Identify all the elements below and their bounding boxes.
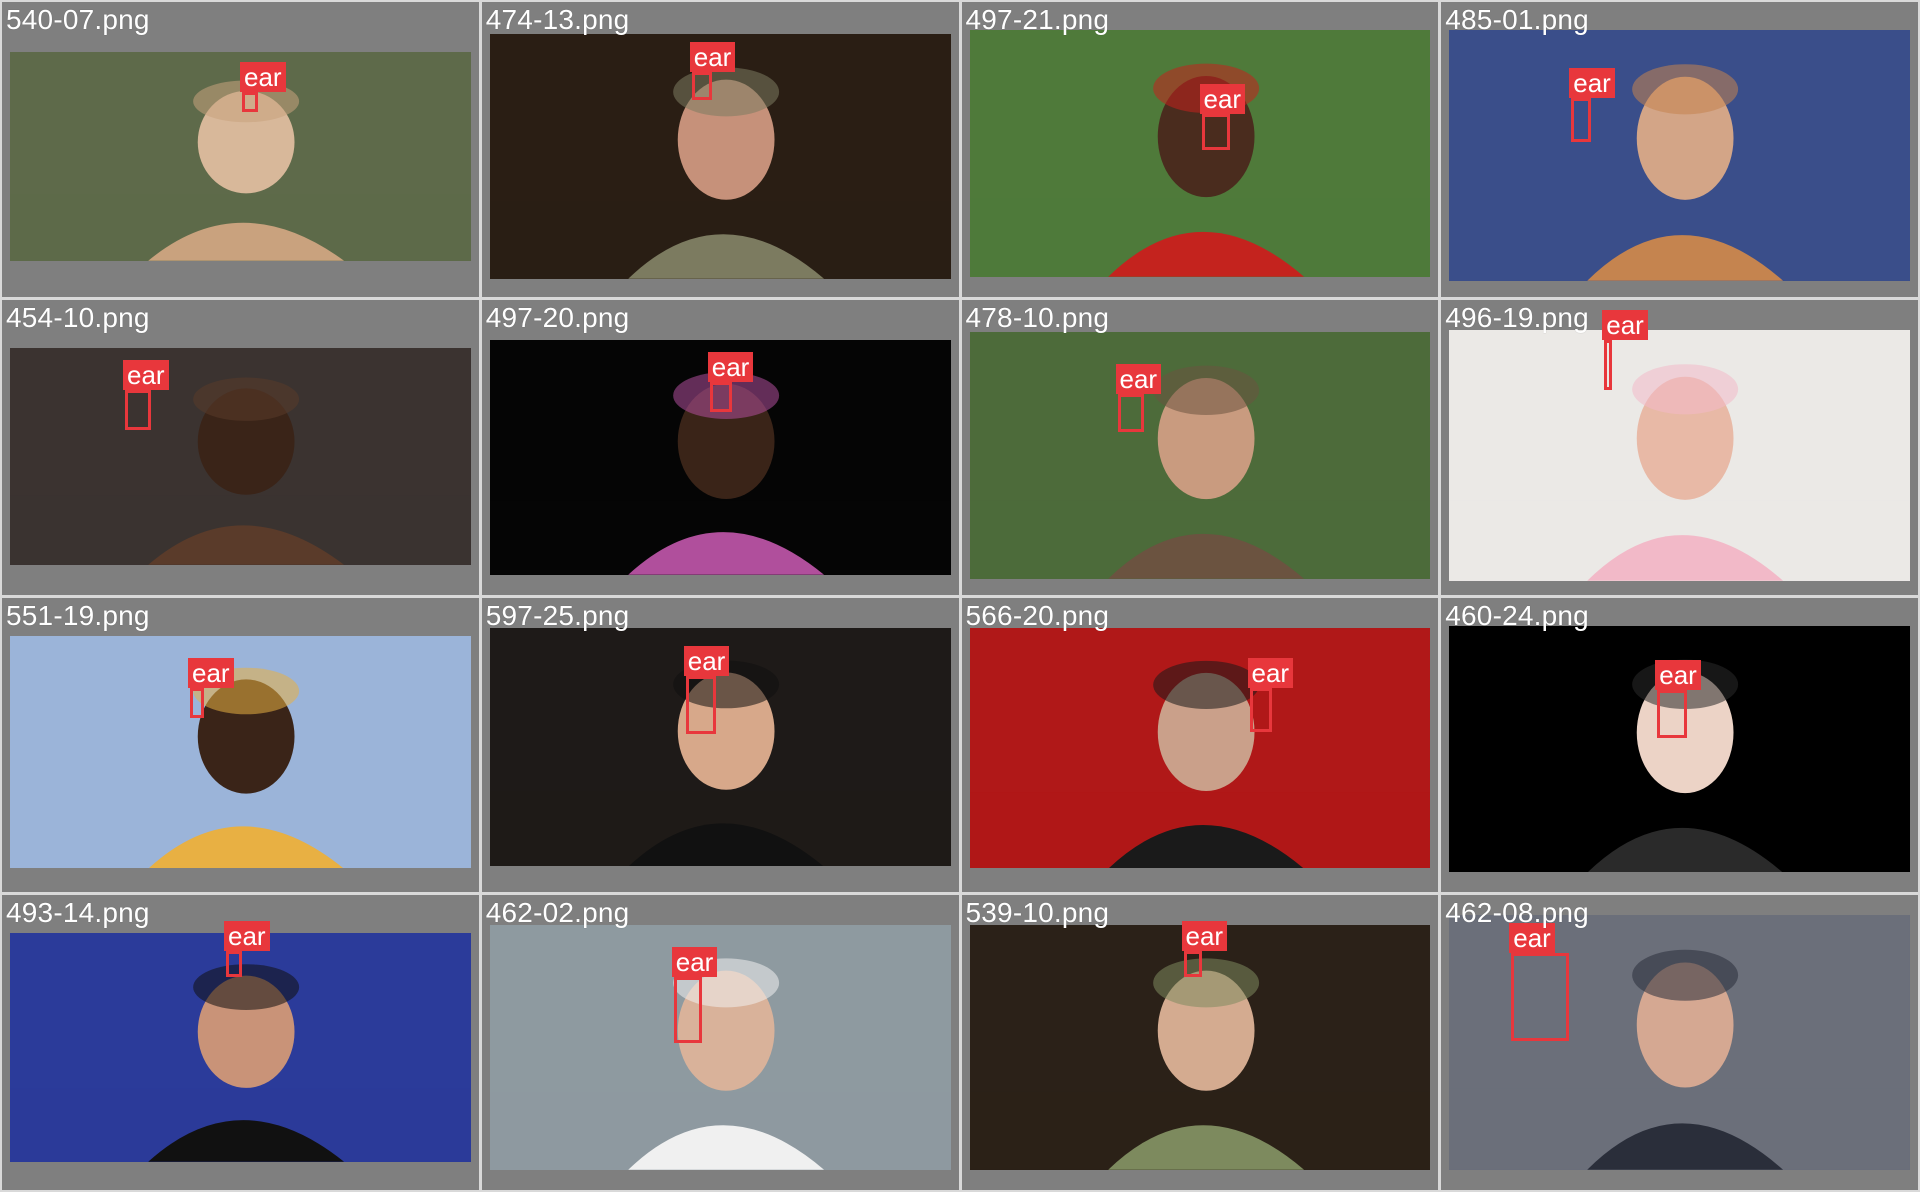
detection-label: ear bbox=[683, 645, 730, 676]
ear-detection-box: ear bbox=[1569, 68, 1615, 142]
grid-cell[interactable]: 497-21.png ear bbox=[961, 2, 1439, 297]
filename-label: 462-08.png bbox=[1445, 897, 1589, 929]
detection-label: ear bbox=[707, 351, 754, 382]
grid-cell[interactable]: 462-02.png ear bbox=[481, 895, 959, 1190]
thumbnail-image[interactable] bbox=[10, 635, 471, 869]
ear-detection-box: ear bbox=[1181, 921, 1228, 978]
ear-detection-box: ear bbox=[1247, 657, 1294, 732]
detection-label: ear bbox=[689, 42, 736, 72]
portrait-placeholder bbox=[1449, 30, 1910, 281]
grid-cell[interactable]: 485-01.png ear bbox=[1441, 2, 1918, 297]
bounding-box-outline bbox=[1183, 951, 1202, 978]
thumbnail-image[interactable] bbox=[969, 627, 1431, 869]
bounding-box-outline bbox=[709, 381, 732, 412]
bounding-box-outline bbox=[125, 389, 151, 430]
ear-detection-box: ear bbox=[689, 42, 736, 100]
bounding-box-outline bbox=[1571, 98, 1592, 142]
bounding-box-outline bbox=[1249, 687, 1272, 732]
bounding-box-outline bbox=[190, 687, 204, 718]
grid-cell[interactable]: 478-10.png ear bbox=[961, 299, 1439, 595]
grid-cell[interactable]: 493-14.png ear bbox=[2, 895, 479, 1190]
grid-cell[interactable]: 454-10.png ear bbox=[2, 299, 479, 595]
grid-cell[interactable]: 566-20.png ear bbox=[961, 597, 1439, 893]
portrait-placeholder bbox=[10, 347, 471, 565]
filename-label: 460-24.png bbox=[1445, 599, 1589, 631]
detection-label: ear bbox=[1569, 68, 1615, 98]
filename-label: 566-20.png bbox=[965, 599, 1110, 631]
thumbnail-image[interactable] bbox=[10, 347, 471, 565]
grid-cell[interactable]: 496-19.png ear bbox=[1441, 299, 1918, 595]
filename-label: 539-10.png bbox=[965, 897, 1110, 929]
bounding-box-outline bbox=[1511, 953, 1570, 1042]
ear-detection-box: ear bbox=[1509, 923, 1570, 1042]
grid-cell[interactable]: 551-19.png ear bbox=[2, 597, 479, 893]
filename-label: 478-10.png bbox=[965, 301, 1110, 333]
portrait-placeholder bbox=[489, 925, 951, 1170]
filename-label: 462-02.png bbox=[485, 897, 630, 929]
bounding-box-outline bbox=[1117, 393, 1144, 432]
filename-label: 485-01.png bbox=[1445, 4, 1589, 35]
ear-detection-box: ear bbox=[1602, 309, 1648, 390]
portrait-placeholder bbox=[969, 30, 1431, 277]
portrait-placeholder bbox=[10, 635, 471, 869]
detection-label: ear bbox=[1115, 363, 1162, 394]
grid-cell[interactable]: 474-13.png ear bbox=[481, 2, 959, 297]
thumbnail-image[interactable] bbox=[1449, 30, 1910, 281]
ear-detection-box: ear bbox=[671, 947, 718, 1044]
grid-cell[interactable]: 540-07.png ear bbox=[2, 2, 479, 297]
thumbnail-image[interactable] bbox=[1449, 329, 1910, 581]
bounding-box-outline bbox=[685, 675, 716, 734]
thumbnail-image[interactable] bbox=[969, 30, 1431, 277]
portrait-placeholder bbox=[969, 331, 1431, 579]
ear-detection-box: ear bbox=[1199, 84, 1246, 150]
bounding-box-outline bbox=[673, 977, 702, 1044]
detection-label: ear bbox=[188, 657, 234, 688]
filename-label: 496-19.png bbox=[1445, 301, 1589, 333]
detection-label: ear bbox=[240, 62, 286, 92]
bounding-box-outline bbox=[1201, 114, 1230, 150]
bounding-box-outline bbox=[226, 951, 242, 978]
filename-label: 497-21.png bbox=[965, 4, 1110, 35]
detection-label: ear bbox=[1199, 84, 1246, 114]
filename-label: 497-20.png bbox=[485, 301, 630, 333]
filename-label: 540-07.png bbox=[6, 4, 150, 35]
detection-label: ear bbox=[1247, 657, 1294, 688]
ear-detection-box: ear bbox=[188, 657, 234, 718]
bounding-box-outline bbox=[691, 72, 712, 100]
detection-label: ear bbox=[1602, 309, 1648, 340]
filename-label: 454-10.png bbox=[6, 301, 150, 333]
ear-detection-box: ear bbox=[123, 359, 169, 430]
ear-detection-box: ear bbox=[224, 921, 270, 978]
detection-label: ear bbox=[123, 359, 169, 390]
filename-label: 493-14.png bbox=[6, 897, 150, 929]
filename-label: 551-19.png bbox=[6, 599, 150, 631]
ear-detection-box: ear bbox=[683, 645, 730, 734]
ear-detection-box: ear bbox=[707, 351, 754, 412]
portrait-placeholder bbox=[969, 627, 1431, 869]
filename-label: 474-13.png bbox=[485, 4, 630, 35]
detection-label: ear bbox=[671, 947, 718, 978]
filename-label: 597-25.png bbox=[485, 599, 630, 631]
thumbnail-image[interactable] bbox=[969, 331, 1431, 579]
grid-cell[interactable]: 597-25.png ear bbox=[481, 597, 959, 893]
grid-cell[interactable]: 539-10.png ear bbox=[961, 895, 1439, 1190]
ear-detection-box: ear bbox=[1115, 363, 1162, 432]
image-grid: 540-07.png ear 474-13.png ear 497-21.png ear 4… bbox=[0, 0, 1920, 1192]
thumbnail-image[interactable] bbox=[489, 925, 951, 1170]
detection-label: ear bbox=[1181, 921, 1228, 952]
bounding-box-outline bbox=[1657, 689, 1688, 738]
ear-detection-box: ear bbox=[240, 62, 286, 112]
bounding-box-outline bbox=[242, 92, 258, 112]
portrait-placeholder bbox=[1449, 329, 1910, 581]
grid-cell[interactable]: 462-08.png ear bbox=[1441, 895, 1918, 1190]
ear-detection-box: ear bbox=[1655, 659, 1701, 738]
bounding-box-outline bbox=[1604, 339, 1613, 390]
detection-label: ear bbox=[1655, 659, 1701, 690]
detection-label: ear bbox=[224, 921, 270, 952]
grid-cell[interactable]: 497-20.png ear bbox=[481, 299, 959, 595]
grid-cell[interactable]: 460-24.png ear bbox=[1441, 597, 1918, 893]
